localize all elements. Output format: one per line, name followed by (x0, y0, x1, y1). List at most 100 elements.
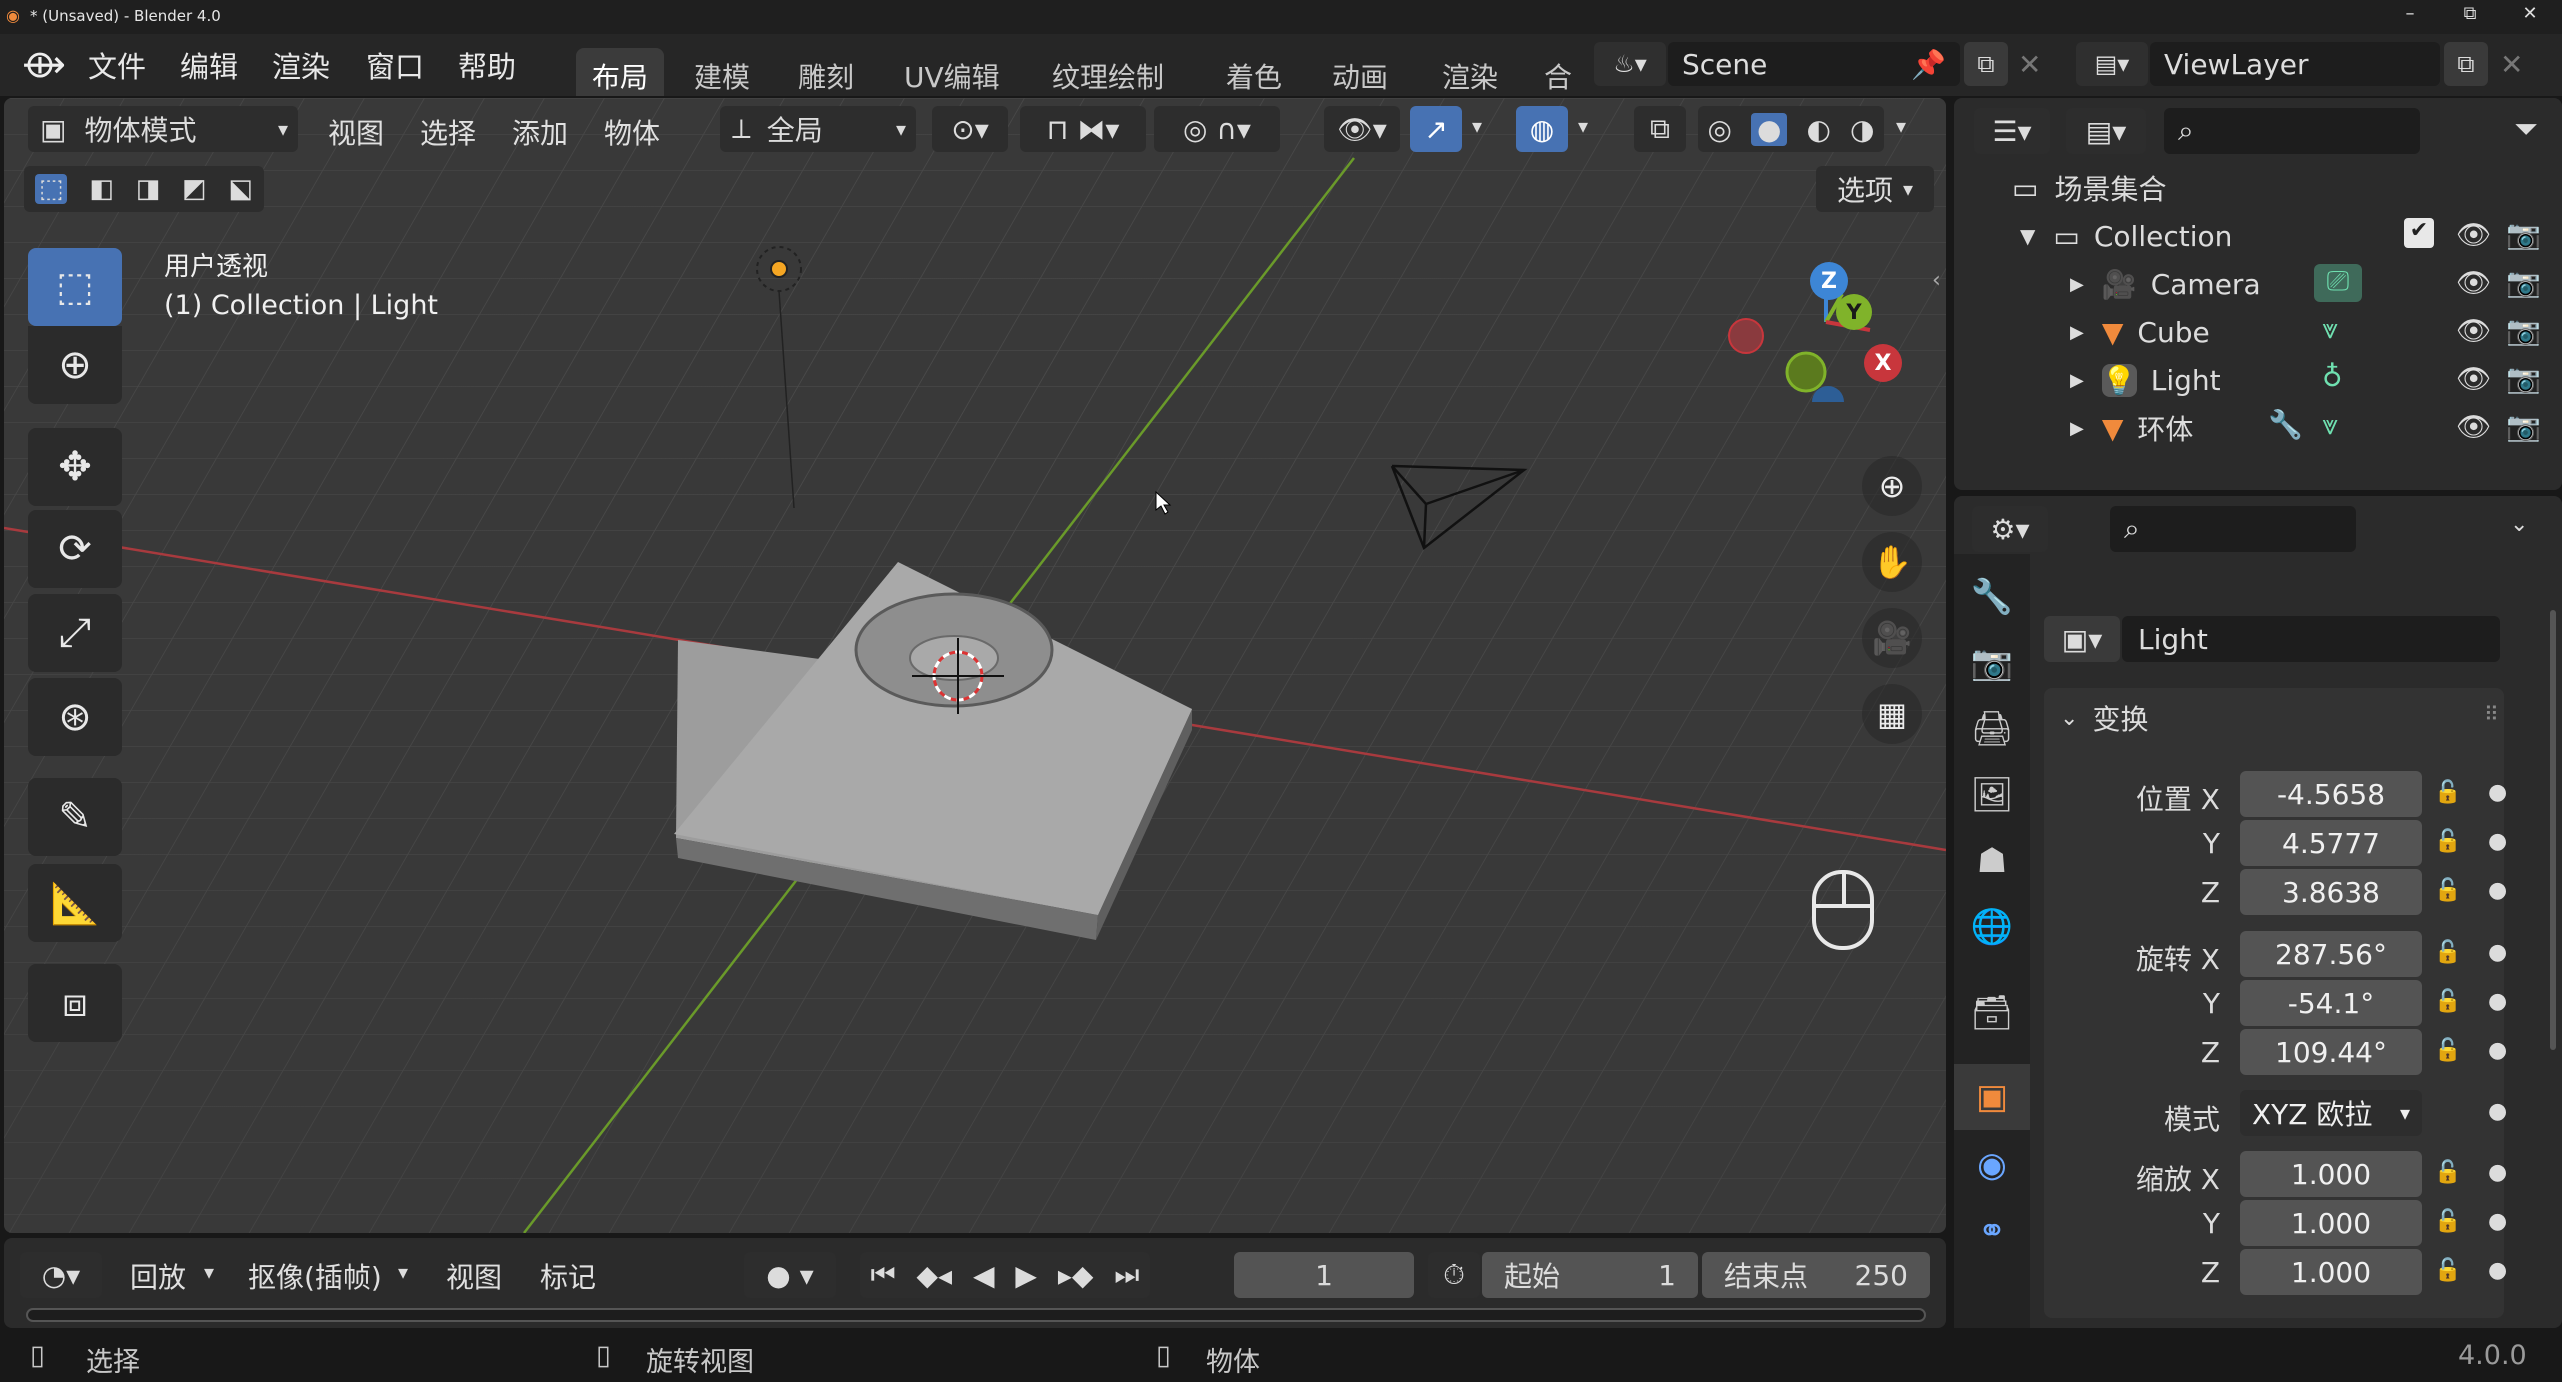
menu-window[interactable]: 窗口 (366, 44, 424, 86)
world-tab-icon[interactable]: 🌐 (1954, 894, 2030, 960)
light-data-icon[interactable]: ♁ (2322, 360, 2343, 393)
tool-tab-icon[interactable]: 🔧 (1954, 564, 2030, 630)
visibility-dropdown[interactable]: 👁▾ (1324, 106, 1400, 152)
visibility-eye-icon[interactable]: 👁 (2456, 410, 2492, 443)
next-keyframe-icon[interactable]: ▸◆ (1058, 1259, 1094, 1292)
chevron-down-icon[interactable]: ⌄ (2510, 512, 2528, 537)
torus-object[interactable] (854, 592, 1054, 708)
constraints-tab-icon[interactable]: ⚭ (1954, 1198, 2030, 1264)
cursor-tool[interactable]: ⊕ (28, 326, 122, 404)
scene-selector-button[interactable]: ♨▾ (1594, 42, 1666, 86)
minimize-button[interactable]: – (2380, 3, 2440, 24)
view-layer-tab-icon[interactable]: 🖼 (1954, 762, 2030, 828)
new-view-layer-button[interactable]: ⧉ (2444, 42, 2488, 86)
keyframe-dot-icon[interactable]: ● (2488, 940, 2507, 965)
outliner-item-cube[interactable]: ▶ ▼ Cube ⩔ 👁 📷 (1954, 308, 2562, 356)
menu-help[interactable]: 帮助 (458, 44, 516, 86)
outliner-item-camera[interactable]: ▶ 🎥 Camera ⎚ 👁 📷 (1954, 260, 2562, 308)
expand-triangle-icon[interactable]: ▶ (2070, 274, 2084, 295)
render-camera-icon[interactable]: 📷 (2506, 314, 2541, 347)
options-dropdown[interactable]: 选项 ▾ (1816, 166, 1934, 212)
rotation-mode-dropdown[interactable]: XYZ 欧拉 ▾ (2240, 1090, 2422, 1136)
tab-animation[interactable]: 动画 (1316, 48, 1404, 96)
display-mode-dropdown[interactable]: ▤▾ (2066, 108, 2146, 154)
editor-type-dropdown[interactable]: ◔▾ (20, 1252, 102, 1298)
lock-icon[interactable]: 🔓 (2434, 1038, 2461, 1063)
view-layer-selector-button[interactable]: ▤▾ (2076, 42, 2148, 86)
outliner-item-torus[interactable]: ▶ ▼ 环体 🔧 ⩔ 👁 📷 (1954, 404, 2562, 452)
render-tab-icon[interactable]: 📷 (1954, 630, 2030, 696)
expand-triangle-icon[interactable]: ▶ (2070, 418, 2084, 439)
location-z-field[interactable]: 3.8638 (2240, 869, 2422, 915)
lock-icon[interactable]: 🔓 (2434, 878, 2461, 903)
physics-tab-icon[interactable]: ◉ (1954, 1132, 2030, 1198)
timeline-scrollbar[interactable] (26, 1308, 1926, 1322)
lock-icon[interactable]: 🔓 (2434, 940, 2461, 965)
lock-icon[interactable]: 🔓 (2434, 1258, 2461, 1283)
preview-range-toggle[interactable]: ⏱ (1428, 1252, 1480, 1298)
properties-scrollbar[interactable] (2550, 610, 2556, 1050)
lock-icon[interactable]: 🔓 (2434, 989, 2461, 1014)
rotation-x-field[interactable]: 287.56° (2240, 931, 2422, 977)
scene-tab-icon[interactable]: ☗ (1954, 828, 2030, 894)
visibility-eye-icon[interactable]: 👁 (2456, 314, 2492, 347)
select-intersect-icon[interactable]: ⬕ (228, 174, 253, 204)
keyframe-dot-icon[interactable]: ● (2488, 1209, 2507, 1234)
wireframe-shading-icon[interactable]: ◎ (1708, 113, 1732, 146)
menu-object[interactable]: 物体 (604, 112, 660, 152)
sidebar-toggle-icon[interactable]: ‹ (1932, 268, 1941, 293)
play-reverse-icon[interactable]: ◀ (973, 1259, 995, 1292)
pivot-dropdown[interactable]: ⊙▾ (932, 106, 1008, 152)
scene-name-field[interactable]: Scene 📌 (1668, 42, 1960, 86)
tab-modeling[interactable]: 建模 (678, 48, 766, 96)
keyframe-dot-icon[interactable]: ● (2488, 878, 2507, 903)
lock-icon[interactable]: 🔓 (2434, 1160, 2461, 1185)
material-shading-icon[interactable]: ◐ (1807, 113, 1831, 146)
outliner-editor-type[interactable]: ☰▾ (1974, 108, 2050, 154)
play-icon[interactable]: ▶ (1015, 1259, 1037, 1292)
keyframe-dot-icon[interactable]: ● (2488, 1038, 2507, 1063)
lock-icon[interactable]: 🔓 (2434, 780, 2461, 805)
location-x-field[interactable]: -4.5658 (2240, 771, 2422, 817)
keying-menu[interactable]: 抠像(插帧) (248, 1256, 382, 1296)
keyframe-dot-icon[interactable]: ● (2488, 1258, 2507, 1283)
select-new-icon[interactable]: ⬚ (34, 174, 68, 204)
start-frame-field[interactable]: 起始 1 (1482, 1252, 1698, 1298)
rotation-y-field[interactable]: -54.1° (2240, 980, 2422, 1026)
object-type-dropdown[interactable]: ▣▾ (2044, 616, 2120, 662)
tab-texture-paint[interactable]: 纹理绘制 (1036, 48, 1180, 96)
playback-menu[interactable]: 回放 (130, 1256, 186, 1296)
keyframe-dot-icon[interactable]: ● (2488, 989, 2507, 1014)
menu-select[interactable]: 选择 (420, 112, 476, 152)
properties-editor-type[interactable]: ⚙▾ (1972, 506, 2048, 552)
scene-collection-row[interactable]: ▭ 场景集合 (1954, 164, 2562, 212)
scale-z-field[interactable]: 1.000 (2240, 1249, 2422, 1295)
overlay-toggle[interactable]: ◍ (1516, 106, 1568, 152)
gizmo-options-chevron-icon[interactable]: ▾ (1472, 114, 1482, 138)
jump-start-icon[interactable]: ⏮ (870, 1258, 895, 1292)
view-layer-name-field[interactable]: ViewLayer (2150, 42, 2440, 86)
gizmo-y-axis[interactable]: Y (1836, 294, 1872, 330)
render-camera-icon[interactable]: 📷 (2506, 266, 2541, 299)
ortho-toggle-button[interactable]: ▦ (1862, 684, 1922, 744)
tab-shading[interactable]: 着色 (1210, 48, 1298, 96)
gizmo-z-axis[interactable]: Z (1810, 262, 1848, 300)
collection-row[interactable]: ▼ ▭ Collection ✔ 👁 📷 (1954, 212, 2562, 260)
keyframe-dot-icon[interactable]: ● (2488, 829, 2507, 854)
delete-scene-icon[interactable]: ✕ (2018, 48, 2041, 81)
gizmo-x-axis[interactable]: X (1864, 344, 1902, 382)
timeline-view-menu[interactable]: 视图 (446, 1256, 502, 1296)
properties-search-input[interactable]: ⌕ (2110, 506, 2356, 552)
mode-dropdown[interactable]: ▣ 物体模式 ▾ (28, 106, 298, 152)
menu-edit[interactable]: 编辑 (180, 44, 238, 86)
zoom-view-button[interactable]: ⊕ (1862, 456, 1922, 516)
rotate-tool[interactable]: ⟳ (28, 510, 122, 588)
annotate-tool[interactable]: ✎ (28, 778, 122, 856)
tab-rendering[interactable]: 渲染 (1426, 48, 1514, 96)
end-frame-field[interactable]: 结束点 250 (1702, 1252, 1930, 1298)
tab-layout[interactable]: 布局 (576, 48, 665, 96)
lock-icon[interactable]: 🔓 (2434, 829, 2461, 854)
modifier-wrench-icon[interactable]: 🔧 (2268, 408, 2303, 441)
transform-panel-header[interactable]: ⌄ 变换 (2060, 696, 2148, 740)
keyframe-dot-icon[interactable]: ● (2488, 1099, 2507, 1124)
